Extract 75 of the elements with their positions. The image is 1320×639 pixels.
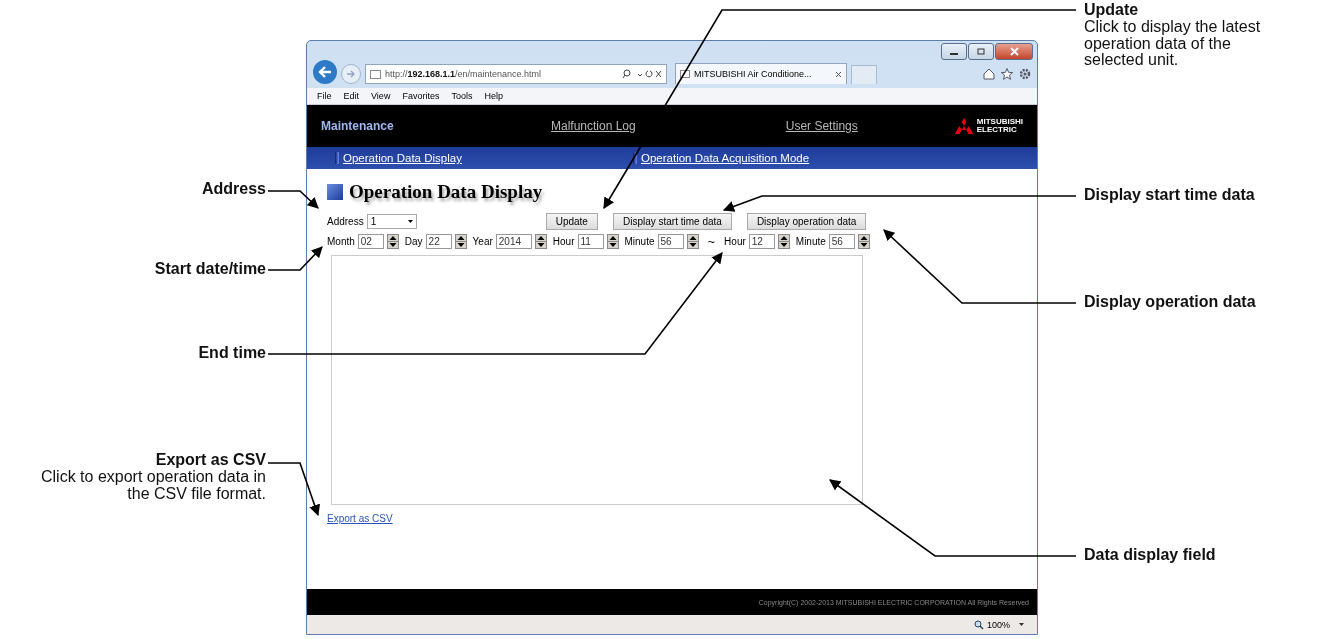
callout-title: Display operation data	[1084, 294, 1256, 311]
forward-arrow-icon	[346, 70, 356, 78]
nav-link[interactable]: User Settings	[785, 119, 858, 133]
field-label: Address	[327, 215, 364, 227]
spinner-icon[interactable]	[857, 233, 870, 249]
callout-title: Export as CSV	[154, 452, 266, 469]
page-icon	[680, 70, 690, 78]
input-field[interactable]: 02	[357, 233, 384, 249]
minimize-button[interactable]	[941, 43, 967, 60]
field-label: Hour	[724, 235, 746, 247]
back-arrow-icon	[318, 66, 332, 78]
field-label: Minute	[795, 235, 826, 247]
input-field[interactable]: 11	[577, 233, 604, 249]
menu-item[interactable]: Favorites	[402, 91, 440, 101]
range-separator: ~	[707, 233, 716, 249]
spinner-icon[interactable]	[606, 233, 619, 249]
field-label: Year	[472, 235, 493, 247]
action-button[interactable]: Update	[545, 212, 598, 230]
callout-title: End time	[198, 345, 266, 362]
address-bar[interactable]: http://192.168.1.1/en/maintenance.html	[365, 64, 667, 84]
spinner-icon[interactable]	[777, 233, 790, 249]
close-icon	[1009, 47, 1019, 56]
close-button[interactable]	[995, 43, 1033, 60]
address-tools-icon[interactable]	[622, 69, 662, 79]
field-label: Month	[327, 235, 355, 247]
zoom-level[interactable]: 100%	[986, 619, 1010, 630]
sub-nav-link[interactable]: Operation Data Display	[335, 152, 633, 164]
input-field[interactable]: 22	[425, 233, 452, 249]
sub-nav-link[interactable]: Operation Data Acquisition Mode	[633, 152, 810, 164]
menu-item[interactable]: File	[317, 91, 332, 101]
page-icon	[370, 69, 381, 79]
menu-item[interactable]: Edit	[343, 91, 360, 101]
section-heading: Operation Data Display	[349, 181, 543, 203]
maximize-icon	[977, 48, 985, 55]
input-field[interactable]: 12	[748, 233, 775, 249]
menu-item[interactable]: View	[371, 91, 391, 101]
zoom-icon	[973, 619, 984, 630]
menu-item[interactable]: Help	[484, 91, 503, 101]
callout-title: Update	[1084, 2, 1140, 19]
home-icon[interactable]	[983, 68, 995, 80]
browser-tab[interactable]: MITSUBISHI Air Conditione...	[675, 63, 847, 84]
field-label: Day	[404, 235, 423, 247]
maximize-button[interactable]	[968, 43, 994, 60]
back-button[interactable]	[313, 60, 337, 84]
spinner-icon[interactable]	[534, 233, 547, 249]
company-logo: MITSUBISHI ELECTRIC	[953, 118, 1023, 134]
leader-line	[267, 190, 319, 209]
export-link[interactable]: Export as CSV	[327, 513, 393, 524]
settings-icon[interactable]	[1019, 68, 1031, 80]
menu-item[interactable]: Tools	[451, 91, 473, 101]
callout-description: Click to display the latest operation data of the selected unit.	[1084, 18, 1262, 70]
callout-title: Address	[201, 181, 266, 198]
input-field[interactable]: 56	[828, 233, 855, 249]
heading-icon	[327, 184, 343, 200]
caret-icon	[407, 219, 413, 223]
nav-link[interactable]: Malfunction Log	[551, 119, 636, 133]
spinner-icon[interactable]	[454, 233, 467, 249]
field-label: Hour	[552, 235, 575, 247]
callout-title: Display start time data	[1084, 187, 1255, 204]
action-button[interactable]: Display operation data	[746, 212, 867, 230]
data-display-field[interactable]	[331, 255, 863, 505]
callout-description: Click to export operation data in the CSV file format.	[40, 468, 266, 503]
spinner-icon[interactable]	[386, 233, 399, 249]
field-label: Minute	[624, 235, 655, 247]
leader-line	[267, 462, 320, 517]
action-button[interactable]: Display start time data	[612, 212, 732, 230]
callout-title: Data display field	[1084, 547, 1216, 564]
star-icon[interactable]	[1001, 68, 1013, 80]
input-field[interactable]: 56	[657, 233, 684, 249]
page-title: Maintenance	[321, 119, 395, 133]
callout-title: Start date/time	[154, 261, 266, 278]
input-field[interactable]: 2014	[495, 233, 532, 249]
close-icon[interactable]	[835, 70, 842, 78]
spinner-icon[interactable]	[686, 233, 699, 249]
address-dropdown[interactable]: 1	[366, 213, 417, 229]
